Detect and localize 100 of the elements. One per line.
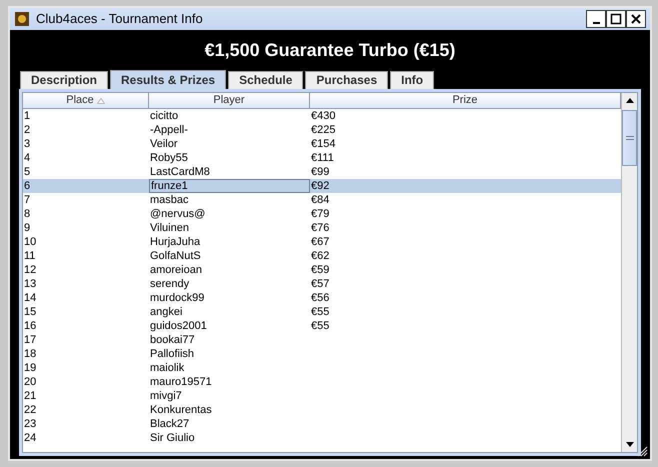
resize-grip-icon[interactable]	[637, 446, 648, 457]
table-row[interactable]: 9 Viluinen €76	[23, 221, 621, 235]
table-cell: Sir Giulio	[150, 432, 195, 444]
close-icon	[630, 13, 642, 25]
table-cell: bookai77	[150, 334, 195, 346]
table-cell: €430	[311, 110, 336, 122]
table-row[interactable]: 11 GolfaNutS €62	[23, 249, 621, 263]
table-cell: Veilor	[150, 138, 178, 150]
table-cell: €92	[311, 180, 330, 192]
table-cell: Black27	[150, 418, 190, 430]
maximize-button[interactable]	[606, 10, 626, 28]
tab[interactable]: Purchases	[305, 71, 388, 89]
table-cell: murdock99	[150, 292, 204, 304]
table-cell: €111	[311, 152, 334, 164]
up-arrow-icon	[626, 98, 634, 103]
table-cell: guidos2001	[150, 320, 207, 332]
table-cell: serendy	[150, 278, 190, 290]
table-row[interactable]: 24 Sir Giulio	[23, 431, 621, 445]
sort-ascending-icon	[96, 98, 105, 104]
maximize-icon	[610, 13, 622, 25]
selected-row[interactable]: 6 frunze1 €92	[23, 179, 621, 193]
table-cell: @nervus@	[150, 208, 206, 220]
table-cell: 9	[24, 222, 30, 234]
table-cell: GolfaNutS	[150, 250, 201, 262]
table-cell: €55	[311, 320, 330, 332]
table-cell: 12	[24, 264, 36, 276]
table-cell: €67	[311, 236, 330, 248]
table-cell: 1	[24, 110, 30, 122]
table-cell: 16	[24, 320, 36, 332]
table-cell: 11	[24, 250, 36, 262]
table-cell: 7	[24, 194, 30, 206]
table-cell: Viluinen	[150, 222, 189, 234]
tournament-heading: €1,500 Guarantee Turbo (€15)	[204, 39, 456, 62]
table-row[interactable]: 4 Roby55 €111	[23, 151, 621, 165]
table-cell: 17	[24, 334, 36, 346]
table-cell: Roby55	[150, 152, 188, 164]
table-cell: €55	[311, 306, 330, 318]
table-row[interactable]: 2 -Appell- €225	[23, 123, 621, 137]
table-row[interactable]: 19 maiolik	[23, 361, 621, 375]
table-row[interactable]: 18 Pallofiish	[23, 347, 621, 361]
table-row[interactable]: 5 LastCardM8 €99	[23, 165, 621, 179]
table-cell: 2	[24, 124, 30, 136]
close-button[interactable]	[626, 10, 646, 28]
table-cell: 4	[24, 152, 30, 164]
scroll-thumb[interactable]	[622, 110, 637, 166]
table-row[interactable]: 21 mivgi7	[23, 389, 621, 403]
down-arrow-icon	[626, 442, 634, 447]
table-row[interactable]: 13 serendy €57	[23, 277, 621, 291]
table-cell: Konkurentas	[150, 404, 212, 416]
table-cell: HurjaJuha	[150, 236, 200, 248]
table-cell: 3	[24, 138, 30, 150]
column-header[interactable]: Prize	[310, 93, 621, 109]
table-row[interactable]: 16 guidos2001 €55	[23, 319, 621, 333]
table-row[interactable]: 17 bookai77	[23, 333, 621, 347]
table-cell: cicitto	[150, 110, 178, 122]
tab[interactable]: Schedule	[228, 71, 304, 89]
scrollbar[interactable]	[621, 93, 637, 452]
table-cell: mivgi7	[150, 390, 182, 402]
table-cell: frunze1	[151, 180, 188, 192]
table-cell: 13	[24, 278, 36, 290]
column-header[interactable]: Player	[149, 93, 310, 109]
table-cell: €56	[311, 292, 330, 304]
table-row[interactable]: 23 Black27	[23, 417, 621, 431]
table-cell: 5	[24, 166, 30, 178]
minimize-button[interactable]	[586, 10, 606, 28]
table-row[interactable]: 22 Konkurentas	[23, 403, 621, 417]
table-cell: €99	[311, 166, 330, 178]
tab[interactable]: Results & Prizes	[110, 70, 226, 89]
table-row[interactable]: 20 mauro19571	[23, 375, 621, 389]
table-cell: amoreioan	[150, 264, 202, 276]
table-cell: €62	[311, 250, 330, 262]
grip-icon	[626, 136, 634, 140]
table-cell: angkei	[150, 306, 182, 318]
column-header[interactable]: Place	[23, 93, 149, 109]
tab[interactable]: Info	[390, 71, 434, 89]
app-icon	[14, 11, 30, 27]
table-row[interactable]: 14 murdock99 €56	[23, 291, 621, 305]
table-row[interactable]: 3 Veilor €154	[23, 137, 621, 151]
table-cell: LastCardM8	[150, 166, 210, 178]
table-cell: 24	[24, 432, 36, 444]
tab[interactable]: Description	[20, 71, 108, 89]
table-row[interactable]: 12 amoreioan €59	[23, 263, 621, 277]
table-cell: 20	[24, 376, 36, 388]
table-cell: €76	[311, 222, 330, 234]
table-row[interactable]: 15 angkei €55	[23, 305, 621, 319]
table-cell: €154	[311, 138, 336, 150]
table-row[interactable]: 10 HurjaJuha €67	[23, 235, 621, 249]
table-cell: €59	[311, 264, 330, 276]
table-cell: 10	[24, 236, 36, 248]
table-cell: 19	[24, 362, 36, 374]
table-cell: €57	[311, 278, 330, 290]
window-title: Club4aces - Tournament Info	[36, 10, 204, 28]
table-row[interactable]: 7 masbac €84	[23, 193, 621, 207]
table-cell: 23	[24, 418, 36, 430]
table-cell: 21	[24, 390, 36, 402]
table-cell: Pallofiish	[150, 348, 194, 360]
table-cell: 15	[24, 306, 36, 318]
table-row[interactable]: 8 @nervus@ €79	[23, 207, 621, 221]
table-cell: €79	[311, 208, 330, 220]
table-row[interactable]: 1 cicitto €430	[23, 109, 621, 123]
